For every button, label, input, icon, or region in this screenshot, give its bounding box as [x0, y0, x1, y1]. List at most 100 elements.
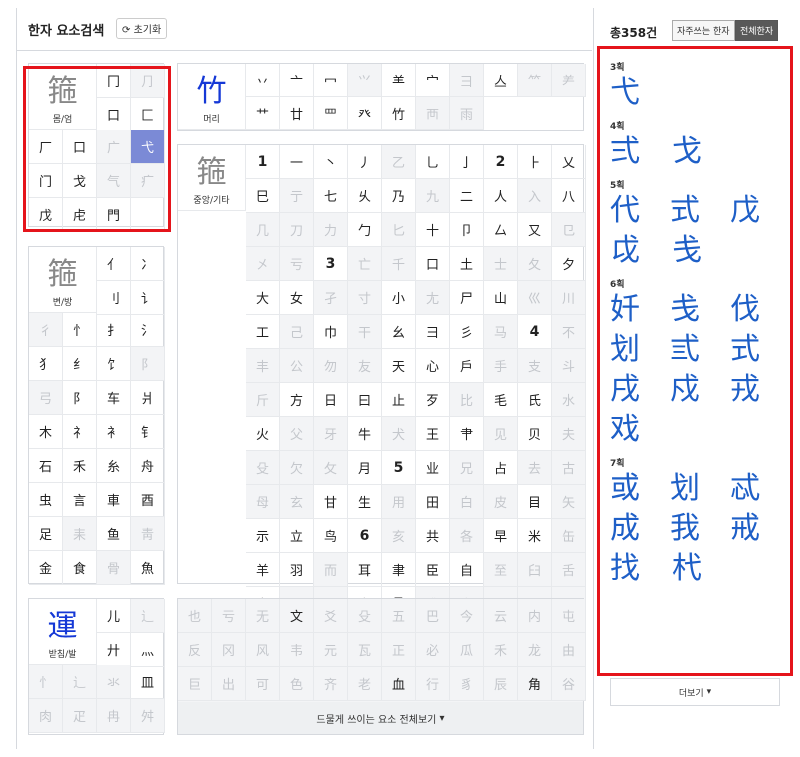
element-cell[interactable]: 土 [450, 247, 484, 281]
element-cell[interactable]: 羊 [246, 553, 280, 587]
element-cell[interactable]: 足 [29, 517, 63, 551]
element-cell[interactable]: 宀 [416, 64, 450, 97]
element-cell[interactable]: 氵 [131, 313, 165, 347]
element-cell[interactable]: 車 [97, 483, 131, 517]
result-hanja[interactable]: 或 [610, 469, 670, 509]
element-cell[interactable]: 甘 [314, 485, 348, 519]
element-cell[interactable]: 礻 [63, 415, 97, 449]
element-cell[interactable]: 舟 [131, 449, 165, 483]
result-hanja[interactable]: 忒 [730, 469, 790, 509]
element-cell[interactable]: 6 [348, 519, 382, 553]
element-cell[interactable]: 七 [314, 179, 348, 213]
element-cell[interactable]: 曰 [348, 383, 382, 417]
element-cell[interactable]: 魚 [131, 551, 165, 585]
element-cell[interactable]: 艹 [246, 97, 280, 130]
element-cell[interactable]: 糸 [97, 449, 131, 483]
element-cell[interactable]: 廾 [97, 633, 131, 667]
result-hanja[interactable]: 戏 [610, 410, 672, 450]
result-hanja[interactable]: 戊 [730, 191, 790, 231]
result-hanja[interactable]: 戋 [672, 231, 734, 271]
element-cell[interactable]: 忄 [63, 313, 97, 347]
element-cell[interactable]: 1 [246, 145, 280, 179]
element-cell[interactable]: 业 [416, 451, 450, 485]
element-cell[interactable]: 八 [552, 179, 586, 213]
element-cell[interactable]: 2 [484, 145, 518, 179]
element-cell[interactable]: 文 [280, 599, 314, 633]
result-hanja[interactable]: 式 [730, 330, 790, 370]
element-cell[interactable]: 羽 [280, 553, 314, 587]
element-cell[interactable]: 肀 [450, 417, 484, 451]
result-hanja[interactable]: 找 [610, 549, 672, 589]
element-cell[interactable]: 亠 [280, 64, 314, 97]
element-cell[interactable]: 亻 [97, 247, 131, 281]
element-cell[interactable]: 二 [450, 179, 484, 213]
element-cell[interactable]: 扌 [97, 313, 131, 347]
result-hanja[interactable]: 划 [670, 469, 730, 509]
element-cell[interactable]: 耳 [348, 553, 382, 587]
element-cell[interactable]: 勹 [348, 213, 382, 247]
element-cell[interactable]: 生 [348, 485, 382, 519]
element-cell[interactable]: 贝 [518, 417, 552, 451]
element-cell[interactable]: 卩 [450, 213, 484, 247]
element-cell[interactable]: 天 [382, 349, 416, 383]
element-cell[interactable]: 米 [518, 519, 552, 553]
result-hanja[interactable]: 杙 [672, 549, 734, 589]
element-cell[interactable]: 犭 [29, 347, 63, 381]
result-hanja[interactable]: 成 [610, 509, 670, 549]
element-cell[interactable]: 鸟 [314, 519, 348, 553]
element-cell[interactable]: 毛 [484, 383, 518, 417]
element-cell[interactable]: 金 [29, 551, 63, 585]
result-hanja[interactable]: 我 [670, 509, 730, 549]
result-hanja[interactable]: 弋 [610, 73, 672, 113]
element-cell[interactable]: 禾 [63, 449, 97, 483]
element-cell[interactable]: ⺊ [518, 145, 552, 179]
results-more-button[interactable]: 더보기 ▾ [610, 678, 780, 706]
element-cell[interactable]: 十 [416, 213, 450, 247]
element-cell[interactable]: 爿 [131, 381, 165, 415]
result-hanja[interactable]: 弎 [670, 330, 730, 370]
element-cell[interactable]: 血 [382, 667, 416, 701]
result-hanja[interactable]: 戌 [610, 370, 670, 410]
element-cell[interactable]: 4 [518, 315, 552, 349]
result-hanja[interactable]: 戍 [670, 370, 730, 410]
result-hanja[interactable]: 弍 [610, 132, 672, 172]
element-cell[interactable]: 衤 [97, 415, 131, 449]
element-cell[interactable]: 又 [518, 213, 552, 247]
element-cell[interactable]: 工 [246, 315, 280, 349]
element-cell[interactable]: 占 [484, 451, 518, 485]
element-cell[interactable]: 鱼 [97, 517, 131, 551]
element-cell[interactable]: 聿 [382, 553, 416, 587]
result-hanja[interactable]: 戒 [730, 509, 790, 549]
element-cell[interactable]: 人 [484, 179, 518, 213]
element-cell[interactable]: 共 [416, 519, 450, 553]
element-cell[interactable]: 乚 [416, 145, 450, 179]
element-cell[interactable]: 儿 [97, 599, 131, 633]
result-hanja[interactable]: 戈 [672, 132, 734, 172]
element-cell[interactable]: 言 [63, 483, 97, 517]
result-hanja[interactable]: 划 [610, 330, 670, 370]
element-cell[interactable]: 小 [382, 281, 416, 315]
element-cell[interactable]: 竹 [382, 97, 416, 130]
element-cell[interactable]: 阝 [63, 381, 97, 415]
element-cell[interactable]: 钅 [131, 415, 165, 449]
element-cell[interactable]: 大 [246, 281, 280, 315]
result-hanja[interactable]: 戉 [610, 231, 672, 271]
element-cell[interactable]: 食 [63, 551, 97, 585]
tab-all[interactable]: 전체한자 [735, 20, 779, 41]
element-cell[interactable]: 车 [97, 381, 131, 415]
element-cell[interactable]: 示 [246, 519, 280, 553]
element-cell[interactable]: 丷 [246, 64, 280, 97]
element-cell[interactable]: 日 [314, 383, 348, 417]
element-cell[interactable]: 丿 [348, 145, 382, 179]
element-cell[interactable]: 止 [382, 383, 416, 417]
element-cell[interactable]: 山 [484, 281, 518, 315]
element-cell[interactable]: 乃 [382, 179, 416, 213]
element-cell[interactable]: 刂 [97, 281, 131, 315]
element-cell[interactable]: 口 [416, 247, 450, 281]
element-cell[interactable]: 饣 [97, 347, 131, 381]
result-hanja[interactable]: 代 [610, 191, 670, 231]
element-cell[interactable]: 纟 [63, 347, 97, 381]
element-cell[interactable]: 角 [518, 667, 552, 701]
element-cell[interactable]: 巾 [314, 315, 348, 349]
element-cell[interactable]: 目 [518, 485, 552, 519]
